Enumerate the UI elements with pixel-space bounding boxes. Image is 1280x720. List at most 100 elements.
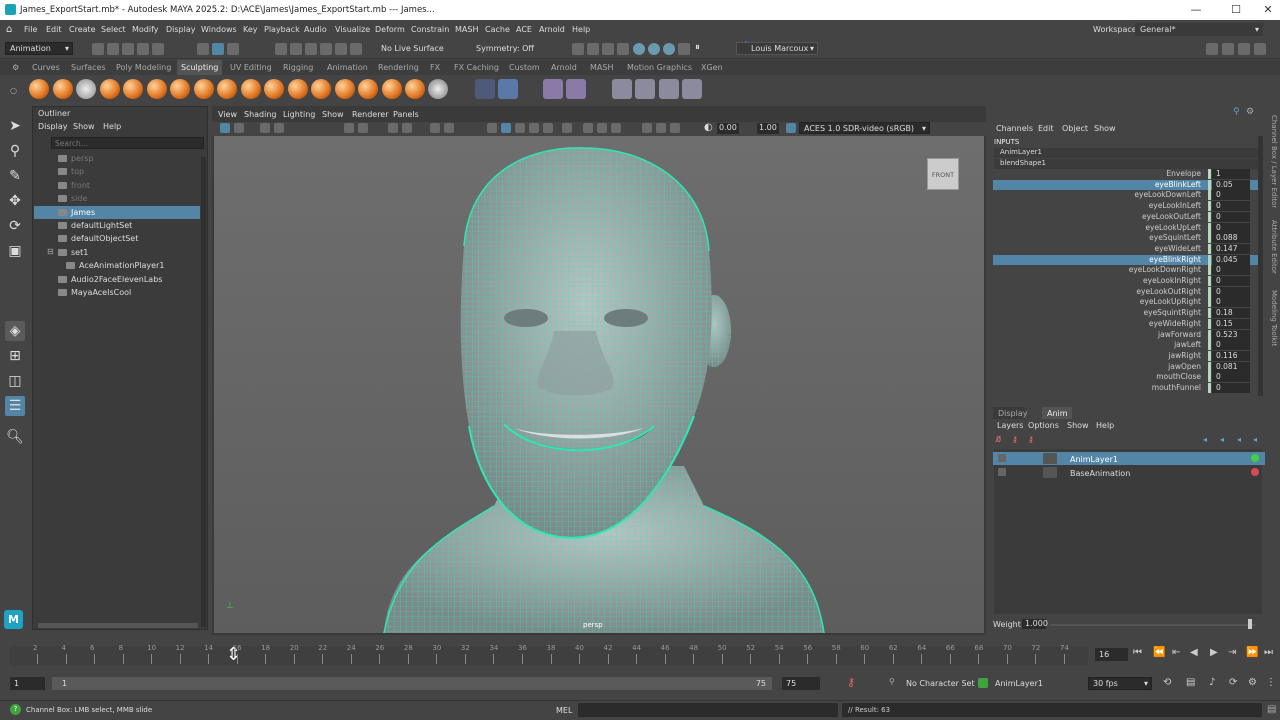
arnold-ipr-icon[interactable] bbox=[663, 43, 675, 55]
channel-attribute-value[interactable]: 0.147 bbox=[1208, 243, 1250, 254]
channel-attribute-value[interactable]: 0 bbox=[1208, 265, 1250, 276]
bookmark-icon[interactable] bbox=[260, 123, 270, 133]
layer-menu-help[interactable]: Help bbox=[1096, 421, 1114, 430]
smooth-shade-icon[interactable] bbox=[501, 123, 511, 133]
ambient-occlusion-icon[interactable] bbox=[583, 123, 593, 133]
channel-attribute-value[interactable]: 0.088 bbox=[1208, 233, 1250, 244]
menu-windows[interactable]: Windows bbox=[201, 25, 237, 34]
channel-attribute-name[interactable]: jawForward bbox=[1158, 330, 1201, 339]
menu-create[interactable]: Create bbox=[69, 25, 96, 34]
view-cube[interactable]: FRONT bbox=[927, 158, 959, 190]
outliner-item[interactable]: side bbox=[34, 192, 200, 205]
channel-attribute-name[interactable]: jawOpen bbox=[1168, 362, 1201, 371]
outliner-menu-display[interactable]: Display bbox=[38, 122, 68, 131]
input-node-animlayer[interactable]: AnimLayer1 bbox=[994, 148, 1260, 158]
zero-key-icon[interactable]: 0̸ bbox=[996, 435, 1001, 444]
menu-key[interactable]: Key bbox=[243, 25, 258, 34]
move-layer-up-icon[interactable]: ◂ bbox=[1203, 435, 1207, 444]
channel-attribute-value[interactable]: 0 bbox=[1208, 276, 1250, 286]
channel-attribute-value[interactable]: 0 bbox=[1208, 286, 1250, 297]
channel-attribute-name[interactable]: mouthFunnel bbox=[1152, 383, 1201, 392]
timeline-options-icon[interactable]: ⋮ bbox=[1266, 677, 1276, 688]
menu-arnold[interactable]: Arnold bbox=[539, 25, 565, 34]
sculpt-tool-icon[interactable] bbox=[29, 79, 49, 99]
channel-attribute-row[interactable]: eyeSquintRight 0.18 bbox=[993, 308, 1258, 319]
live-surface-label[interactable]: No Live Surface bbox=[381, 44, 444, 53]
channel-attribute-row[interactable]: eyeLookInRight 0 bbox=[993, 276, 1258, 286]
outliner-menu-help[interactable]: Help bbox=[103, 122, 121, 131]
channel-attribute-value[interactable]: 0.15 bbox=[1208, 318, 1250, 329]
shelf-tab-sculpting[interactable]: Sculpting bbox=[177, 60, 223, 75]
home-icon[interactable]: ⌂ bbox=[6, 24, 12, 35]
snap-grid-icon[interactable] bbox=[275, 43, 287, 55]
blend-shape-icon[interactable] bbox=[543, 79, 563, 99]
channel-attribute-name[interactable]: eyeSquintRight bbox=[1144, 308, 1201, 317]
channel-menu-show[interactable]: Show bbox=[1094, 124, 1116, 133]
shelf-tab-uv-editing[interactable]: UV Editing bbox=[230, 63, 272, 72]
menu-audio[interactable]: Audio bbox=[304, 25, 327, 34]
channel-attribute-name[interactable]: eyeLookInLeft bbox=[1149, 201, 1201, 210]
viewport-menu-shading[interactable]: Shading bbox=[244, 110, 277, 119]
menu-playback[interactable]: Playback bbox=[264, 25, 300, 34]
side-tab-channel-box[interactable]: Channel Box / Layer Editor bbox=[1270, 115, 1278, 208]
channel-box-scrollbar[interactable] bbox=[1258, 136, 1263, 396]
weight-slider[interactable] bbox=[1050, 624, 1255, 626]
outliner-menu-show[interactable]: Show bbox=[73, 122, 95, 131]
channel-attribute-name[interactable]: jawLeft bbox=[1174, 340, 1201, 349]
snap-point-icon[interactable] bbox=[305, 43, 317, 55]
color-space-dropdown[interactable]: ACES 1.0 SDR-video (sRGB) ▾ bbox=[799, 122, 930, 134]
outliner-search-input[interactable] bbox=[51, 137, 204, 149]
channel-attribute-value[interactable]: 0.045 bbox=[1208, 254, 1250, 265]
pin-channel-icon[interactable]: ⚲ bbox=[1233, 107, 1240, 117]
channel-attribute-row[interactable]: eyeWideRight 0.15 bbox=[993, 318, 1258, 329]
channel-attribute-row[interactable]: mouthClose 0 bbox=[993, 372, 1258, 383]
anti-aliasing-icon[interactable] bbox=[611, 123, 621, 133]
repeat-tool-icon[interactable] bbox=[217, 79, 237, 99]
viewport-menu-renderer[interactable]: Renderer bbox=[352, 110, 389, 119]
outliner-item[interactable]: defaultObjectSet bbox=[34, 232, 200, 245]
hypershade-icon[interactable] bbox=[633, 43, 645, 55]
camera-select-icon[interactable] bbox=[220, 123, 230, 133]
weight-slider-handle[interactable] bbox=[1248, 619, 1252, 629]
convert-to-frozen-icon[interactable] bbox=[475, 79, 495, 99]
animation-end-field[interactable]: 75 bbox=[782, 677, 820, 690]
channel-attribute-row[interactable]: mouthFunnel 0 bbox=[993, 383, 1258, 393]
select-tool-icon[interactable]: ➤ bbox=[5, 116, 25, 136]
step-back-frame-icon[interactable]: ⇤ bbox=[1172, 647, 1180, 658]
channel-attribute-value[interactable]: 0 bbox=[1208, 297, 1250, 308]
shelf-tab-mash[interactable]: MASH bbox=[590, 63, 613, 72]
film-gate-icon[interactable] bbox=[358, 123, 368, 133]
script-editor-icon[interactable]: ▤ bbox=[1267, 704, 1276, 715]
channel-attribute-name[interactable]: Envelope bbox=[1166, 169, 1201, 178]
outliner-item[interactable]: Audio2FaceElevenLabs bbox=[34, 273, 200, 286]
channel-attribute-row[interactable]: eyeLookOutLeft 0 bbox=[993, 211, 1258, 222]
channel-attribute-row[interactable]: jawRight 0.116 bbox=[993, 350, 1258, 361]
channel-attribute-name[interactable]: jawRight bbox=[1168, 351, 1201, 360]
motion-blur-icon[interactable] bbox=[597, 123, 607, 133]
amplify-tool-icon[interactable] bbox=[405, 79, 425, 99]
viewport-menu-lighting[interactable]: Lighting bbox=[283, 110, 315, 119]
layer-tab-display[interactable]: Display bbox=[993, 407, 1028, 419]
wireframe-on-shaded-icon[interactable] bbox=[515, 123, 525, 133]
channel-menu-object[interactable]: Object bbox=[1062, 124, 1088, 133]
anim-layer-row[interactable]: AnimLayer1 bbox=[993, 452, 1265, 465]
outliner-persp-icon[interactable]: ☰ bbox=[5, 396, 25, 416]
shelf-menu-icon[interactable]: ○ bbox=[10, 86, 17, 95]
channel-attribute-row[interactable]: eyeSquintLeft 0.088 bbox=[993, 233, 1258, 244]
animation-prefs-icon[interactable]: ⚙ bbox=[1248, 677, 1257, 688]
paint-select-icon[interactable]: ✎ bbox=[5, 166, 25, 186]
channel-attribute-value[interactable]: 1 bbox=[1208, 169, 1250, 179]
snap-curve-icon[interactable] bbox=[290, 43, 302, 55]
animation-start-field[interactable]: 1 bbox=[10, 677, 45, 690]
smear-tool-icon[interactable] bbox=[358, 79, 378, 99]
channel-attribute-name[interactable]: eyeSquintLeft bbox=[1149, 233, 1201, 242]
shelf-tab-motion-graphics[interactable]: Motion Graphics bbox=[627, 63, 692, 72]
command-line-input[interactable] bbox=[578, 703, 838, 717]
channel-attribute-name[interactable]: eyeBlinkLeft bbox=[1155, 180, 1201, 189]
single-pane-icon[interactable]: ◈ bbox=[5, 321, 25, 341]
outliner-item[interactable]: AceAnimationPlayer1 bbox=[34, 259, 200, 272]
channel-attribute-name[interactable]: eyeLookDownRight bbox=[1129, 265, 1201, 274]
channel-attribute-value[interactable]: 0 bbox=[1208, 211, 1250, 222]
channel-attribute-row[interactable]: eyeBlinkLeft 0.05 bbox=[993, 179, 1258, 190]
channel-attribute-row[interactable]: Envelope 1 bbox=[993, 169, 1258, 179]
